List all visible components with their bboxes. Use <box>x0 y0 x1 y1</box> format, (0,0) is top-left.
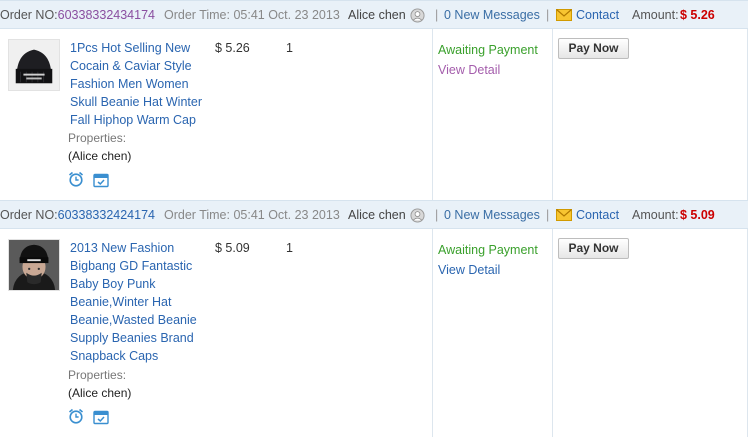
properties-label: Properties: <box>68 368 127 382</box>
column-divider <box>432 229 433 437</box>
order-item: 2013 New Fashion Bigbang GD Fantastic Ba… <box>0 229 748 437</box>
separator: | <box>435 208 439 222</box>
order-status: Awaiting Payment <box>438 243 538 257</box>
order-header: Order NO:60338332424174 Order Time: 05:4… <box>0 200 748 229</box>
order-time: Order Time: 05:41 Oct. 23 2013 <box>164 208 340 222</box>
order-status: Awaiting Payment <box>438 43 538 57</box>
properties-value: (Alice chen) <box>68 149 132 163</box>
properties-label: Properties: <box>68 131 127 145</box>
calendar-icon[interactable] <box>93 172 109 188</box>
buyer-name: Alice chen <box>348 208 406 222</box>
column-divider <box>747 29 748 200</box>
pay-now-button[interactable]: Pay Now <box>558 238 629 259</box>
quantity: 1 <box>286 241 293 255</box>
user-avatar-icon[interactable] <box>410 208 425 223</box>
unit-price: $ 5.09 <box>215 241 250 255</box>
column-divider <box>432 29 433 200</box>
quantity: 1 <box>286 41 293 55</box>
amount-value: $ 5.26 <box>680 8 715 22</box>
view-detail-link[interactable]: View Detail <box>438 63 500 77</box>
product-title-link[interactable]: 1Pcs Hot Selling New Cocain & Caviar Sty… <box>70 39 210 129</box>
contact-link[interactable]: Contact <box>576 208 619 222</box>
order-number-field: Order NO:60338332434174 <box>0 8 155 22</box>
product-title-link[interactable]: 2013 New Fashion Bigbang GD Fantastic Ba… <box>70 239 210 365</box>
pay-now-button[interactable]: Pay Now <box>558 38 629 59</box>
new-messages-link[interactable]: 0 New Messages <box>444 8 540 22</box>
column-divider <box>747 229 748 437</box>
envelope-icon[interactable] <box>556 9 572 21</box>
order-header: Order NO:60338332434174 Order Time: 05:4… <box>0 0 748 29</box>
order-number-field: Order NO:60338332424174 <box>0 208 155 222</box>
alarm-clock-icon[interactable] <box>68 171 84 187</box>
amount-label: Amount: <box>632 8 679 22</box>
order-number-link[interactable]: 60338332434174 <box>58 8 155 22</box>
column-divider <box>552 229 553 437</box>
order-time: Order Time: 05:41 Oct. 23 2013 <box>164 8 340 22</box>
separator: | <box>435 8 439 22</box>
amount-label: Amount: <box>632 208 679 222</box>
amount-value: $ 5.09 <box>680 208 715 222</box>
separator: | <box>546 208 550 222</box>
view-detail-link[interactable]: View Detail <box>438 263 500 277</box>
envelope-icon[interactable] <box>556 209 572 221</box>
properties-value: (Alice chen) <box>68 386 132 400</box>
order-item: 1Pcs Hot Selling New Cocain & Caviar Sty… <box>0 29 748 200</box>
beanie-product-image[interactable] <box>8 39 60 91</box>
buyer-name: Alice chen <box>348 8 406 22</box>
separator: | <box>546 8 550 22</box>
new-messages-link[interactable]: 0 New Messages <box>444 208 540 222</box>
order-number-link[interactable]: 60338332424174 <box>58 208 155 222</box>
column-divider <box>552 29 553 200</box>
unit-price: $ 5.26 <box>215 41 250 55</box>
alarm-clock-icon[interactable] <box>68 408 84 424</box>
user-avatar-icon[interactable] <box>410 8 425 23</box>
calendar-icon[interactable] <box>93 409 109 425</box>
contact-link[interactable]: Contact <box>576 8 619 22</box>
person-product-image[interactable] <box>8 239 60 291</box>
